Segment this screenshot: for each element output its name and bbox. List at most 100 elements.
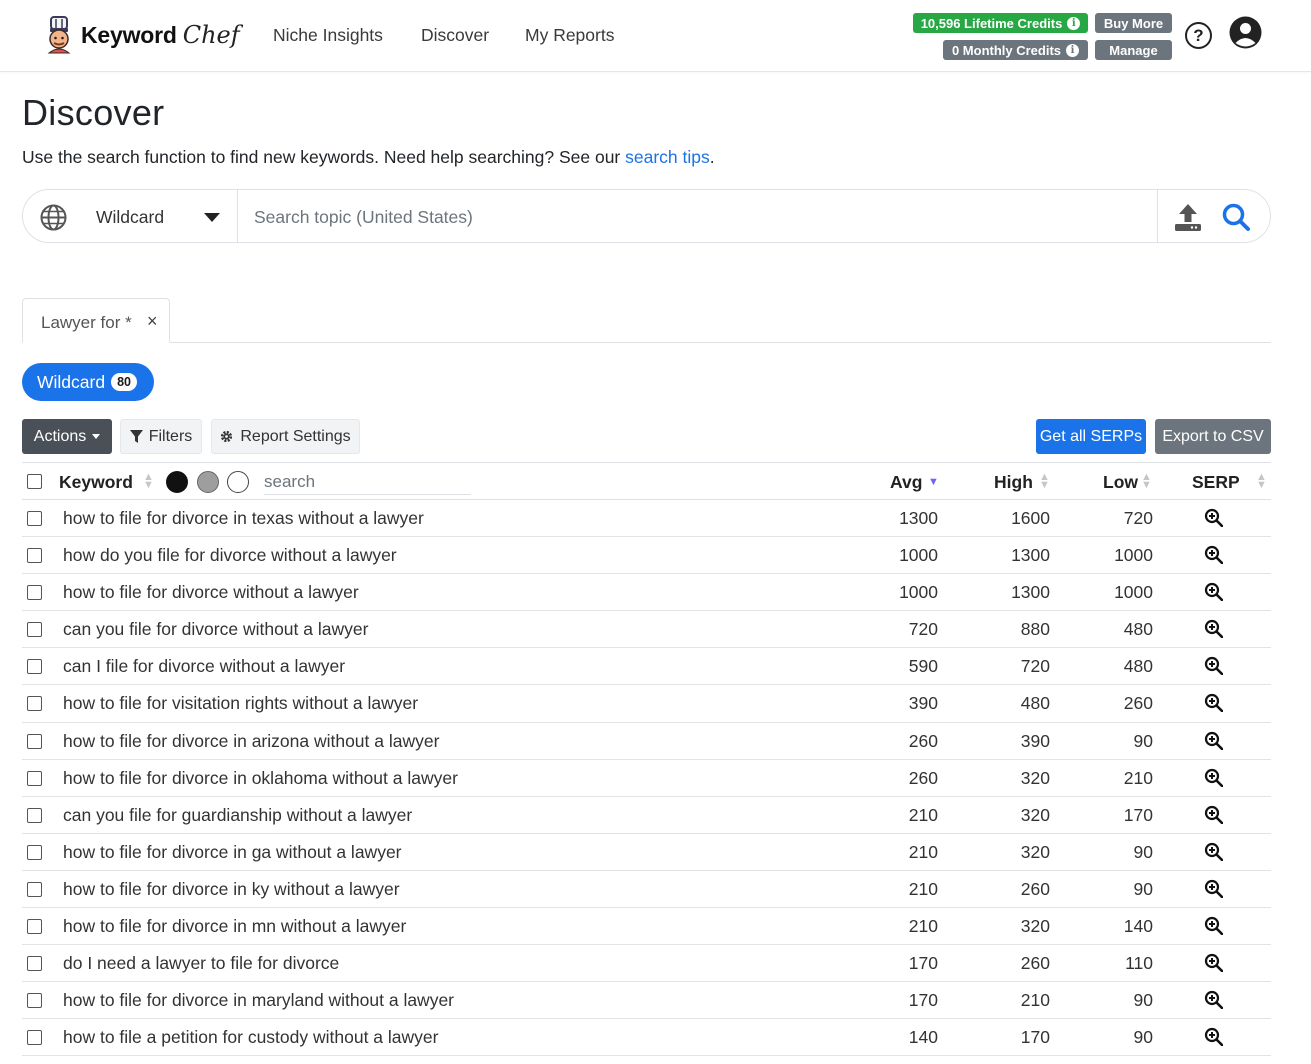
export-csv-button[interactable]: Export to CSV bbox=[1155, 419, 1271, 454]
high-cell: 320 bbox=[1020, 767, 1050, 788]
row-checkbox[interactable] bbox=[27, 807, 42, 823]
keyword-cell: how to file for divorce in mn without a … bbox=[63, 916, 407, 937]
high-cell: 260 bbox=[1020, 953, 1050, 974]
zoom-in-icon[interactable] bbox=[1204, 805, 1223, 824]
sort-desc-icon[interactable]: ▼ bbox=[928, 477, 939, 488]
filter-icon bbox=[129, 429, 143, 443]
row-checkbox[interactable] bbox=[27, 696, 42, 712]
zoom-in-icon[interactable] bbox=[1204, 731, 1223, 750]
row-checkbox[interactable] bbox=[27, 770, 42, 786]
zoom-in-icon[interactable] bbox=[1204, 619, 1223, 639]
actions-dropdown-button[interactable]: Actions bbox=[22, 419, 112, 454]
zoom-in-icon[interactable] bbox=[1204, 990, 1223, 1010]
globe-icon[interactable] bbox=[40, 204, 67, 231]
table-row: how to file for divorce in arizona witho… bbox=[22, 723, 1271, 760]
row-checkbox[interactable] bbox=[27, 956, 42, 972]
chevron-down-icon[interactable] bbox=[204, 213, 220, 222]
table-row: how to file for divorce in ga without a … bbox=[22, 834, 1271, 871]
sort-icon[interactable]: ▲ ▼ bbox=[1256, 472, 1267, 491]
monthly-credits-badge: 0 Monthly Credits i bbox=[943, 40, 1088, 60]
nav-my-reports[interactable]: My Reports bbox=[525, 25, 614, 46]
nav-discover[interactable]: Discover bbox=[421, 25, 489, 46]
info-icon[interactable]: i bbox=[1067, 16, 1081, 30]
sort-icon[interactable]: ▲ ▼ bbox=[143, 472, 154, 491]
low-cell: 260 bbox=[1123, 693, 1153, 714]
search-tips-link[interactable]: search tips bbox=[625, 147, 710, 167]
high-cell: 1300 bbox=[1011, 582, 1050, 603]
keyword-cell: how to file for divorce in ky without a … bbox=[63, 878, 400, 899]
keyword-filter-input[interactable] bbox=[264, 469, 471, 495]
keyword-cell: how to file for divorce in ga without a … bbox=[63, 841, 402, 862]
row-checkbox[interactable] bbox=[27, 622, 42, 638]
avg-cell: 210 bbox=[908, 878, 938, 899]
info-icon[interactable]: i bbox=[1066, 43, 1080, 57]
column-header-high[interactable]: High bbox=[994, 472, 1033, 493]
zoom-in-icon[interactable] bbox=[1204, 953, 1223, 973]
high-cell: 1300 bbox=[1011, 545, 1050, 566]
sort-icon[interactable]: ▲ ▼ bbox=[1141, 472, 1152, 491]
lifetime-credits-badge: 10,596 Lifetime Credits i bbox=[913, 13, 1088, 33]
high-cell: 390 bbox=[1020, 730, 1050, 751]
buy-more-button[interactable]: Buy More bbox=[1095, 13, 1172, 33]
keyword-cell: can you file for guardianship without a … bbox=[63, 804, 413, 825]
get-all-serps-button[interactable]: Get all SERPs bbox=[1036, 419, 1146, 454]
zoom-in-icon[interactable] bbox=[1204, 545, 1223, 565]
low-cell: 90 bbox=[1133, 841, 1153, 862]
sort-icon[interactable]: ▲ ▼ bbox=[1039, 472, 1050, 491]
table-row: can you file for guardianship without a … bbox=[22, 797, 1271, 834]
report-settings-button[interactable]: Report Settings bbox=[211, 419, 360, 454]
search-input[interactable] bbox=[254, 202, 1134, 232]
zoom-in-icon[interactable] bbox=[1204, 879, 1223, 898]
keyword-cell: how to file for divorce without a lawyer bbox=[63, 582, 359, 603]
row-checkbox[interactable] bbox=[27, 548, 42, 564]
zoom-in-icon[interactable] bbox=[1204, 508, 1223, 527]
row-checkbox[interactable] bbox=[27, 659, 42, 675]
color-filter-gray[interactable] bbox=[197, 471, 219, 493]
tab-lawyer-for[interactable]: Lawyer for * × bbox=[22, 298, 170, 343]
zoom-in-icon[interactable] bbox=[1204, 656, 1223, 676]
search-mode-select[interactable]: Wildcard bbox=[96, 207, 164, 228]
brand-logo[interactable]: Keyword Chef bbox=[42, 16, 240, 54]
row-checkbox[interactable] bbox=[27, 844, 42, 860]
upload-icon[interactable] bbox=[1172, 201, 1204, 233]
top-navbar: Keyword Chef Niche Insights Discover My … bbox=[0, 0, 1311, 72]
zoom-in-icon[interactable] bbox=[1204, 842, 1223, 861]
help-icon[interactable]: ? bbox=[1185, 22, 1212, 49]
divider bbox=[1157, 190, 1158, 242]
row-checkbox[interactable] bbox=[27, 1030, 42, 1046]
color-filter-white[interactable] bbox=[227, 471, 249, 493]
subtitle-period: . bbox=[709, 147, 715, 167]
close-icon[interactable]: × bbox=[147, 311, 158, 332]
avg-cell: 390 bbox=[908, 693, 938, 714]
column-header-low[interactable]: Low bbox=[1103, 472, 1138, 493]
nav-niche-insights[interactable]: Niche Insights bbox=[273, 25, 383, 46]
column-header-avg[interactable]: Avg bbox=[890, 472, 922, 493]
wildcard-filter-pill[interactable]: Wildcard 80 bbox=[22, 363, 154, 401]
low-cell: 90 bbox=[1133, 990, 1153, 1011]
user-account-icon[interactable] bbox=[1229, 16, 1262, 49]
page-subtitle: Use the search function to find new keyw… bbox=[22, 147, 715, 168]
row-checkbox[interactable] bbox=[27, 881, 42, 897]
zoom-in-icon[interactable] bbox=[1204, 768, 1223, 787]
search-icon[interactable] bbox=[1221, 202, 1251, 232]
zoom-in-icon[interactable] bbox=[1204, 916, 1223, 936]
zoom-in-icon[interactable] bbox=[1204, 1027, 1223, 1047]
color-filter-black[interactable] bbox=[166, 471, 188, 493]
row-checkbox[interactable] bbox=[27, 919, 42, 935]
manage-label: Manage bbox=[1109, 42, 1158, 58]
select-all-checkbox[interactable] bbox=[27, 474, 42, 489]
row-checkbox[interactable] bbox=[27, 585, 42, 601]
tabs-divider bbox=[22, 342, 1271, 343]
keyword-cell: can you file for divorce without a lawye… bbox=[63, 619, 369, 640]
zoom-in-icon[interactable] bbox=[1204, 693, 1223, 713]
row-checkbox[interactable] bbox=[27, 511, 42, 526]
high-cell: 480 bbox=[1020, 693, 1050, 714]
row-checkbox[interactable] bbox=[27, 733, 42, 749]
avg-cell: 1000 bbox=[899, 582, 938, 603]
row-checkbox[interactable] bbox=[27, 993, 42, 1009]
column-header-keyword[interactable]: Keyword bbox=[59, 472, 133, 493]
filters-button[interactable]: Filters bbox=[120, 419, 202, 454]
manage-button[interactable]: Manage bbox=[1095, 40, 1172, 60]
zoom-in-icon[interactable] bbox=[1204, 582, 1223, 602]
table-row: how to file for divorce in mn without a … bbox=[22, 908, 1271, 946]
